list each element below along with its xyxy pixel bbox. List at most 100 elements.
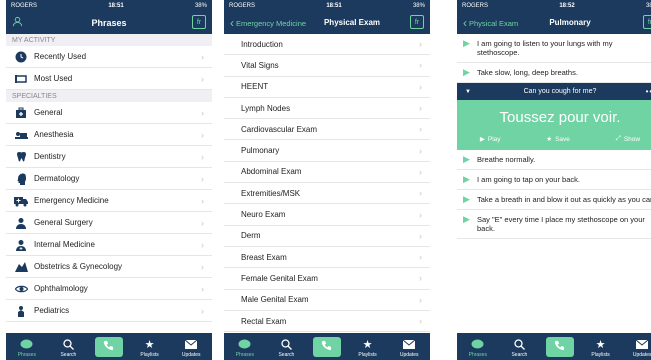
section-header-specialties: SPECIALTIES	[6, 90, 212, 102]
list-item-label: Dermatology	[34, 174, 80, 183]
phone-icon	[554, 338, 565, 356]
profile-icon[interactable]	[12, 16, 23, 27]
list-item-anesthesia[interactable]: Anesthesia ›	[6, 124, 212, 146]
chevron-right-icon: ›	[419, 81, 422, 92]
phrase-row[interactable]: ▶ Breathe normally.	[457, 150, 651, 170]
exam-list-item[interactable]: Male Genital Exam ›	[224, 290, 430, 311]
tab-playlists[interactable]: ★ Playlists	[353, 337, 383, 358]
tab-bar: Phrases Search ★ Playlists Updates	[6, 333, 212, 360]
save-button[interactable]: ★ Save	[546, 135, 570, 144]
language-button[interactable]: fr	[410, 15, 424, 29]
action-label: Show	[623, 135, 641, 143]
tab-search[interactable]: Search	[504, 337, 534, 358]
list-item-label: Ophthalmology	[34, 284, 88, 293]
list-item-label: Most Used	[34, 74, 73, 83]
list-item-emergency-medicine[interactable]: Emergency Medicine ›	[6, 190, 212, 212]
tab-updates[interactable]: Updates	[176, 337, 206, 358]
exam-list-item[interactable]: Introduction ›	[224, 34, 430, 56]
exam-list-item[interactable]: Pulmonary ›	[224, 140, 430, 162]
exam-list-item[interactable]: Breast Exam ›	[224, 247, 430, 269]
exam-list-item[interactable]: Vital Signs ›	[224, 55, 430, 77]
ambulance-icon	[14, 194, 28, 208]
show-button[interactable]: ⤢ Show	[616, 135, 640, 143]
tab-updates[interactable]: Updates	[394, 337, 424, 358]
back-button[interactable]: ‹ Physical Exam	[463, 16, 518, 30]
phrase-row[interactable]: ▶ Say "E" every time I place my stethosco…	[457, 210, 651, 239]
battery-label: 38%	[645, 2, 651, 9]
exam-list-item[interactable]: Abdominal Exam ›	[224, 162, 430, 184]
list-item-obstetrics-gynecology[interactable]: Obstetrics & Gynecology ›	[6, 256, 212, 278]
list-item-dentistry[interactable]: Dentistry ›	[6, 146, 212, 168]
page-title: Phrases	[91, 17, 127, 28]
phrase-row[interactable]: ▶ Take slow, long, deep breaths.	[457, 63, 651, 83]
play-icon[interactable]: ▶	[463, 155, 471, 164]
play-icon[interactable]: ▶	[463, 195, 471, 204]
tab-label: Playlists	[140, 352, 159, 358]
phrase-row[interactable]: ▶ I am going to tap on your back.	[457, 170, 651, 190]
chevron-right-icon: ›	[419, 273, 422, 284]
call-button[interactable]	[94, 337, 123, 357]
language-button[interactable]: fr	[192, 15, 206, 29]
exam-list-item[interactable]: Female Genital Exam ›	[224, 268, 430, 290]
chevron-right-icon: ›	[419, 145, 422, 156]
play-icon[interactable]: ▶	[463, 175, 471, 184]
tab-phrases[interactable]: Phrases	[12, 337, 42, 358]
collapse-triangle-icon[interactable]: ▼	[465, 89, 471, 95]
list-item-most-used[interactable]: Most Used ›	[6, 68, 212, 90]
speech-bubble-icon	[471, 337, 484, 352]
list-item-label: Emergency Medicine	[34, 196, 109, 205]
tab-phrases[interactable]: Phrases	[463, 337, 493, 358]
play-button[interactable]: ▶ Play	[480, 135, 501, 144]
more-options-icon[interactable]: •••	[646, 87, 651, 96]
chevron-right-icon: ›	[201, 239, 204, 250]
tab-playlists[interactable]: ★ Playlists	[586, 337, 616, 358]
time-label: 18:51	[108, 2, 124, 9]
exam-list-item[interactable]: Rectal Exam ›	[224, 311, 430, 333]
tab-search[interactable]: Search	[271, 337, 301, 358]
play-icon[interactable]: ▶	[463, 39, 471, 57]
list-item-ophthalmology[interactable]: Ophthalmology ›	[6, 278, 212, 300]
chevron-right-icon: ›	[419, 124, 422, 135]
page-title: Pulmonary	[549, 18, 591, 27]
chevron-right-icon: ›	[201, 305, 204, 316]
tab-phrases[interactable]: Phrases	[230, 337, 260, 358]
play-icon[interactable]: ▶	[463, 215, 471, 233]
exam-list-item[interactable]: Neuro Exam ›	[224, 204, 430, 226]
list-item-dermatology[interactable]: Dermatology ›	[6, 168, 212, 190]
chevron-right-icon: ›	[201, 217, 204, 228]
page-title: Physical Exam	[323, 18, 381, 27]
back-button[interactable]: ‹ Emergency Medicine	[230, 16, 306, 30]
tab-updates[interactable]: Updates	[627, 337, 651, 358]
list-item-label: General	[34, 108, 63, 117]
tab-search[interactable]: Search	[53, 337, 83, 358]
phrase-row[interactable]: ▶ Take a breath in and blow it out as qui…	[457, 190, 651, 210]
exam-list-item[interactable]: HEENT ›	[224, 77, 430, 98]
time-label: 18:51	[326, 2, 342, 9]
tab-playlists[interactable]: ★ Playlists	[135, 337, 165, 358]
play-icon[interactable]: ▶	[463, 68, 471, 77]
call-button[interactable]	[312, 337, 341, 357]
exam-list-item[interactable]: Extremities/MSK ›	[224, 183, 430, 205]
search-icon	[514, 337, 525, 352]
chevron-right-icon: ›	[419, 39, 422, 50]
expanded-phrase-header[interactable]: ▼ Can you cough for me? •••	[457, 83, 651, 100]
carrier-label: ROGERS	[229, 2, 256, 9]
list-item-recently-used[interactable]: Recently Used ›	[6, 46, 212, 68]
chevron-right-icon: ›	[419, 166, 422, 177]
language-button[interactable]: fr	[643, 15, 651, 29]
chevron-right-icon: ›	[419, 103, 422, 114]
phone-icon	[103, 338, 114, 356]
call-button[interactable]	[545, 337, 574, 357]
chevron-right-icon: ›	[201, 107, 204, 118]
exam-list-item[interactable]: Cardiovascular Exam ›	[224, 119, 430, 141]
list-item-label: Anesthesia	[34, 130, 74, 139]
frame-icon	[14, 72, 28, 86]
exam-list-item[interactable]: Derm ›	[224, 226, 430, 247]
exam-list-item[interactable]: Lymph Nodes ›	[224, 98, 430, 120]
english-phrase: Can you cough for me?	[523, 88, 597, 95]
list-item-internal-medicine[interactable]: Internal Medicine ›	[6, 234, 212, 256]
list-item-pediatrics[interactable]: Pediatrics ›	[6, 300, 212, 322]
list-item-general-surgery[interactable]: General Surgery ›	[6, 212, 212, 234]
phrase-row[interactable]: ▶ I am going to listen to your lungs with…	[457, 34, 651, 63]
list-item-general[interactable]: General ›	[6, 102, 212, 124]
